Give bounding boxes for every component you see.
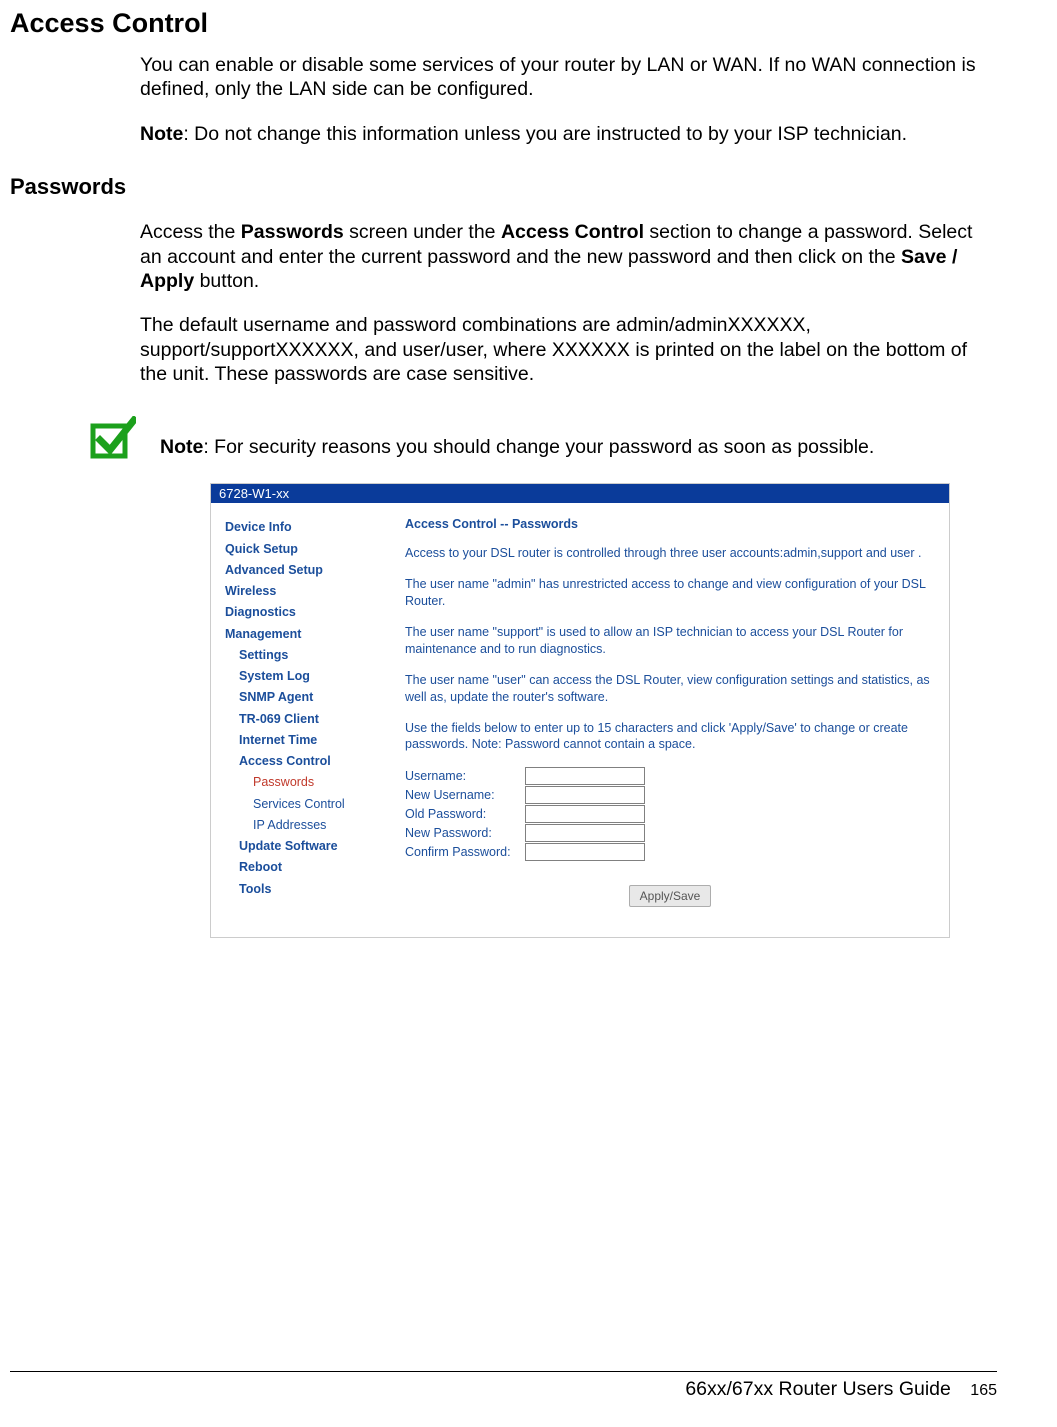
panel-paragraph-3: The user name "support" is used to allow… bbox=[405, 624, 935, 658]
sidebar-item-access-control[interactable]: Access Control bbox=[225, 751, 385, 772]
sidebar-item-tools[interactable]: Tools bbox=[225, 879, 385, 900]
sidebar-item-quick-setup[interactable]: Quick Setup bbox=[225, 539, 385, 560]
input-username[interactable] bbox=[525, 767, 645, 785]
label-new-username: New Username: bbox=[405, 788, 525, 802]
label-username: Username: bbox=[405, 769, 525, 783]
sidebar: Device Info Quick Setup Advanced Setup W… bbox=[211, 503, 391, 937]
apply-save-button[interactable]: Apply/Save bbox=[629, 885, 712, 907]
input-confirm-password[interactable] bbox=[525, 843, 645, 861]
label-old-password: Old Password: bbox=[405, 807, 525, 821]
label-confirm-password: Confirm Password: bbox=[405, 845, 525, 859]
footer-page-number: 165 bbox=[970, 1382, 997, 1399]
sidebar-item-passwords[interactable]: Passwords bbox=[225, 772, 385, 793]
panel-paragraph-5: Use the fields below to enter up to 15 c… bbox=[405, 720, 935, 754]
sidebar-item-wireless[interactable]: Wireless bbox=[225, 581, 385, 602]
panel-paragraph-4: The user name "user" can access the DSL … bbox=[405, 672, 935, 706]
main-panel: Access Control -- Passwords Access to yo… bbox=[391, 503, 949, 937]
callout-note-text: : For security reasons you should change… bbox=[203, 436, 874, 458]
note-paragraph: Note: Do not change this information unl… bbox=[140, 122, 997, 146]
sidebar-item-snmp-agent[interactable]: SNMP Agent bbox=[225, 687, 385, 708]
sidebar-item-services-control[interactable]: Services Control bbox=[225, 794, 385, 815]
sidebar-item-update-software[interactable]: Update Software bbox=[225, 836, 385, 857]
sidebar-item-system-log[interactable]: System Log bbox=[225, 666, 385, 687]
input-new-password[interactable] bbox=[525, 824, 645, 842]
heading-passwords: Passwords bbox=[10, 174, 997, 200]
router-ui-screenshot: 6728-W1-xx Device Info Quick Setup Advan… bbox=[210, 483, 950, 938]
panel-paragraph-1: Access to your DSL router is controlled … bbox=[405, 545, 935, 562]
note-label: Note bbox=[140, 123, 183, 145]
sidebar-item-device-info[interactable]: Device Info bbox=[225, 517, 385, 538]
checkmark-icon bbox=[90, 416, 136, 465]
intro-paragraph: You can enable or disable some services … bbox=[140, 53, 997, 102]
input-old-password[interactable] bbox=[525, 805, 645, 823]
page-footer: 66xx/67xx Router Users Guide 165 bbox=[10, 1371, 997, 1401]
callout-note-label: Note bbox=[160, 436, 203, 458]
sidebar-item-advanced-setup[interactable]: Advanced Setup bbox=[225, 560, 385, 581]
sidebar-item-internet-time[interactable]: Internet Time bbox=[225, 730, 385, 751]
input-new-username[interactable] bbox=[525, 786, 645, 804]
passwords-paragraph-1: Access the Passwords screen under the Ac… bbox=[140, 220, 997, 293]
panel-paragraph-2: The user name "admin" has unrestricted a… bbox=[405, 576, 935, 610]
sidebar-item-settings[interactable]: Settings bbox=[225, 645, 385, 666]
sidebar-item-diagnostics[interactable]: Diagnostics bbox=[225, 602, 385, 623]
password-form: Username: New Username: Old Password: Ne… bbox=[405, 767, 935, 861]
panel-title: Access Control -- Passwords bbox=[405, 517, 935, 531]
note-text: : Do not change this information unless … bbox=[183, 123, 907, 145]
sidebar-item-management[interactable]: Management bbox=[225, 624, 385, 645]
callout-note: Note: For security reasons you should ch… bbox=[160, 416, 874, 459]
device-model-bar: 6728-W1-xx bbox=[211, 484, 949, 503]
footer-guide-title: 66xx/67xx Router Users Guide bbox=[685, 1378, 951, 1400]
sidebar-item-reboot[interactable]: Reboot bbox=[225, 857, 385, 878]
sidebar-item-ip-addresses[interactable]: IP Addresses bbox=[225, 815, 385, 836]
label-new-password: New Password: bbox=[405, 826, 525, 840]
passwords-paragraph-2: The default username and password combin… bbox=[140, 313, 997, 386]
sidebar-item-tr069-client[interactable]: TR-069 Client bbox=[225, 709, 385, 730]
heading-access-control: Access Control bbox=[10, 8, 997, 39]
